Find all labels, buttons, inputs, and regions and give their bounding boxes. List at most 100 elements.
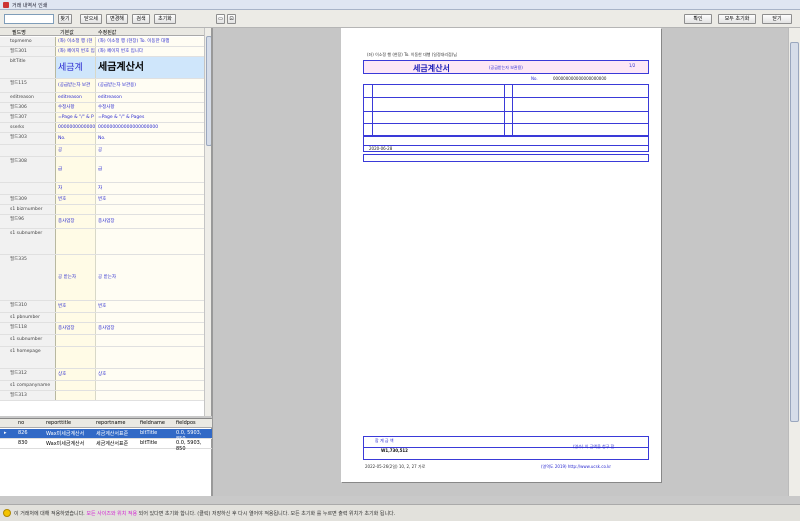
ok-button[interactable]: 확인 (684, 14, 712, 24)
grid-cell-modified[interactable] (96, 229, 204, 254)
grid-row[interactable]: 필드96 종사업장 종사업장 (0, 215, 204, 229)
grid-cell-default[interactable]: 종사업장 (56, 215, 96, 228)
grid-cell-modified[interactable]: (좌) 페이지 번호 입니다 (96, 47, 204, 56)
grid-cell-default[interactable]: 수정사항 (56, 103, 96, 112)
grid-cell-default[interactable] (56, 335, 96, 346)
grid-row[interactable]: 자자 (0, 183, 204, 195)
grid-row[interactable]: sserks 0000000000000 000000000000000000000… (0, 123, 204, 133)
reset-button[interactable]: 초기화 (154, 14, 176, 24)
grid-row[interactable]: 필드313 (0, 391, 204, 401)
grid-cell-modified[interactable]: 자 (96, 183, 204, 194)
scroll-thumb[interactable] (790, 42, 799, 422)
zoom-icon[interactable]: ⊡ (227, 14, 236, 24)
grid-scrollbar[interactable] (204, 28, 211, 416)
list-header-field: fieldname (140, 420, 165, 426)
grid-cell-modified[interactable]: 번호 (96, 195, 204, 204)
grid-row[interactable]: 필드335 공 받는자 공 받는자 (0, 255, 204, 301)
grid-row[interactable]: 공공 (0, 145, 204, 157)
grid-row[interactable]: s1 homepage (0, 347, 204, 369)
grid-cell-modified[interactable]: 종사업장 (96, 323, 204, 334)
grid-cell-default[interactable]: 자 (56, 183, 96, 194)
list-row[interactable]: ▸ 826 Wax미세금계산서 세금계산서표준 bltTitle 0.0, 59… (0, 429, 212, 442)
search-input[interactable] (4, 14, 54, 24)
grid-row[interactable]: 필드312 상호 상호 (0, 369, 204, 381)
grid-cell-default[interactable]: (좌) 페이지 번호 입니다 (56, 47, 96, 56)
grid-row[interactable]: s1 bizrnumber (0, 205, 204, 215)
grid-cell-default[interactable]: 공 (56, 145, 96, 156)
grid-cell-default[interactable]: 번호 (56, 301, 96, 312)
grid-cell-modified[interactable]: 수정사항 (96, 103, 204, 112)
change-button[interactable]: 변경해 (106, 14, 128, 24)
grid-cell-modified[interactable] (96, 313, 204, 322)
grid-cell-modified[interactable]: (공급받는자 보관용) (96, 79, 204, 92)
grid-cell-default[interactable]: 000000000000000000000 (56, 123, 96, 132)
grid-cell-field: s1 companyname (0, 381, 56, 390)
grid-cell-modified[interactable] (96, 347, 204, 368)
grid-row[interactable]: topmemo(좌) 이소정 행 (현장)(좌) 이소정 행 (현장) To. … (0, 37, 204, 47)
grid-row[interactable]: 필드309 번호 번호 (0, 195, 204, 205)
search-button[interactable]: 검색 (132, 14, 150, 24)
list-cell-no: 826 (18, 430, 28, 436)
grid-cell-default[interactable]: (공급받는자 보관용) (56, 79, 96, 92)
grid-row[interactable]: 필드301(좌) 페이지 번호 입니다(좌) 페이지 번호 입니다 (0, 47, 204, 57)
grid-row[interactable]: 필드307 =Page & "/" & P =Page & "/" & Pages (0, 113, 204, 123)
grid-cell-modified[interactable]: =Page & "/" & Pages (96, 113, 204, 122)
grid-cell-modified[interactable]: 급 (96, 157, 204, 182)
grid-row[interactable]: s1 companyname (0, 381, 204, 391)
grid-row[interactable]: 필드115(공급받는자 보관용)(공급받는자 보관용) (0, 79, 204, 93)
grid-cell-modified[interactable] (96, 205, 204, 214)
grid-cell-modified[interactable] (96, 381, 204, 390)
grid-row[interactable]: 필드308 급 급 (0, 157, 204, 183)
close-button[interactable]: 닫기 (762, 14, 792, 24)
grid-cell-default[interactable] (56, 381, 96, 390)
grid-row[interactable]: s1 subnumber (0, 335, 204, 347)
grid-row[interactable]: bltTitle 세금계 세금계산서 (0, 57, 204, 79)
grid-cell-default[interactable]: 종사업장 (56, 323, 96, 334)
grid-cell-modified[interactable]: No. (96, 133, 204, 144)
grid-cell-default[interactable]: 급 (56, 157, 96, 182)
grid-row[interactable]: 필드303 No. No. (0, 133, 204, 145)
grid-cell-default[interactable] (56, 313, 96, 322)
grid-cell-modified[interactable]: 세금계산서 (96, 57, 204, 78)
write-date: 2020-06-28 (369, 146, 393, 151)
preview-scrollbar[interactable] (788, 28, 800, 496)
grid-row[interactable]: s1 pbnumber (0, 313, 204, 323)
find-button[interactable]: 찾기 (58, 14, 72, 24)
grid-cell-modified[interactable]: 종사업장 (96, 215, 204, 228)
header-default: 기본값 (60, 30, 74, 36)
grid-cell-default[interactable]: editreason (56, 93, 96, 102)
grid-cell-modified[interactable]: 상호 (96, 369, 204, 380)
grid-cell-default[interactable] (56, 229, 96, 254)
grid-cell-modified[interactable]: 공 (96, 145, 204, 156)
grid-cell-default[interactable]: 번호 (56, 195, 96, 204)
grid-row[interactable]: s1 subnumber (0, 229, 204, 255)
window-title: 거래 내역서 인쇄 (12, 3, 48, 9)
grid-cell-default[interactable]: 세금계 (56, 57, 96, 78)
close-field-button[interactable]: 닫으세 (80, 14, 102, 24)
grid-cell-modified[interactable] (96, 335, 204, 346)
grid-cell-modified[interactable]: 번호 (96, 301, 204, 312)
report-list[interactable]: no reporttitle reportname fieldname fiel… (0, 418, 212, 496)
grid-cell-default[interactable] (56, 205, 96, 214)
grid-cell-modified[interactable]: 공 받는자 (96, 255, 204, 300)
grid-cell-modified[interactable]: (좌) 이소정 행 (현장) To. 이동한 대행 (96, 37, 204, 46)
grid-row[interactable]: 필드310 번호 번호 (0, 301, 204, 313)
grid-cell-modified[interactable]: editreason (96, 93, 204, 102)
grid-cell-field: s1 subnumber (0, 335, 56, 346)
grid-cell-default[interactable]: No. (56, 133, 96, 144)
grid-row[interactable]: 필드306 수정사항 수정사항 (0, 103, 204, 113)
grid-cell-modified[interactable] (96, 391, 204, 400)
reset-all-button[interactable]: 모두 초기화 (718, 14, 756, 24)
page-view-icon[interactable]: ▭ (216, 14, 225, 24)
grid-cell-default[interactable]: 공 받는자 (56, 255, 96, 300)
grid-cell-default[interactable]: =Page & "/" & P (56, 113, 96, 122)
grid-row[interactable]: 필드118 종사업장 종사업장 (0, 323, 204, 335)
list-row[interactable]: 830 Wax미세금계산서 세금계산서표준 bltTitle 0.0, 5903… (0, 439, 212, 452)
grid-cell-modified[interactable]: 000000000000000000000 (96, 123, 204, 132)
grid-cell-default[interactable]: (좌) 이소정 행 (현장) (56, 37, 96, 46)
grid-cell-default[interactable]: 상호 (56, 369, 96, 380)
grid-row[interactable]: editreason editreason editreason (0, 93, 204, 103)
grid-cell-default[interactable] (56, 347, 96, 368)
field-grid[interactable]: 필드명 기본값 수정된값 topmemo(좌) 이소정 행 (현장)(좌) 이소… (0, 28, 212, 416)
grid-cell-default[interactable] (56, 391, 96, 400)
